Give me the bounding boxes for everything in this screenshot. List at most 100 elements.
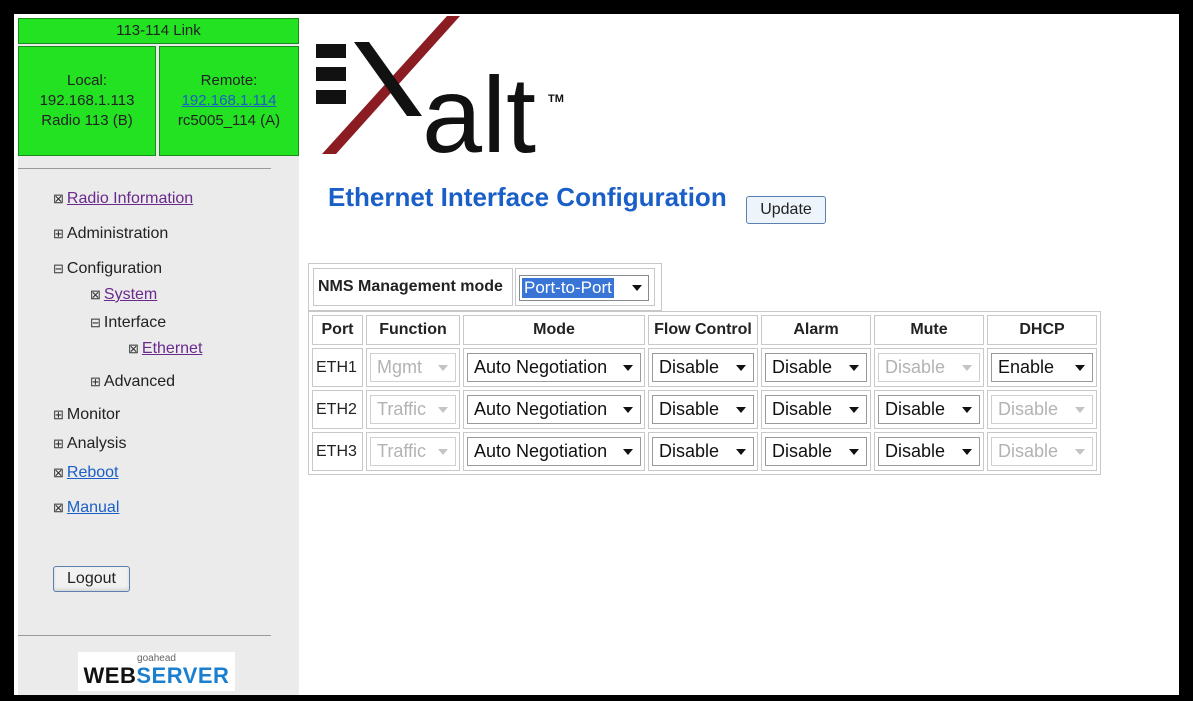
nav-link-radio-information[interactable]: Radio Information — [67, 190, 193, 207]
nav-link-ethernet[interactable]: Ethernet — [142, 340, 202, 357]
logo-bar — [316, 67, 346, 81]
mode-value: Auto Negotiation — [474, 441, 608, 461]
col-header-function: Function — [366, 315, 460, 345]
nav-item-ethernet[interactable]: ⊠ Ethernet — [128, 340, 202, 358]
collapse-icon[interactable]: ⊟ — [53, 261, 64, 277]
col-header-mute: Mute — [874, 315, 984, 345]
dropdown-arrow-icon — [438, 449, 448, 455]
alarm-select[interactable]: Disable — [765, 395, 867, 424]
local-radio-name: Radio 113 (B) — [41, 112, 133, 129]
sidebar-divider — [18, 168, 271, 169]
expand-icon[interactable]: ⊞ — [90, 374, 101, 390]
table-row: ETH1 Mgmt Auto Negotiation Disable Disab… — [312, 348, 1097, 387]
local-radio-panel: Local: 192.168.1.113 Radio 113 (B) — [18, 46, 156, 156]
page-title: Ethernet Interface Configuration — [328, 182, 727, 212]
mode-select[interactable]: Auto Negotiation — [467, 437, 641, 466]
flow-control-value: Disable — [659, 441, 720, 461]
table-cell: Disable — [874, 432, 984, 471]
nav-item-analysis[interactable]: ⊞ Analysis — [53, 435, 126, 453]
mode-select[interactable]: Auto Negotiation — [467, 353, 641, 382]
nav-link-system[interactable]: System — [104, 286, 157, 303]
dropdown-arrow-icon — [623, 449, 633, 455]
dropdown-arrow-icon — [736, 449, 746, 455]
table-cell: Disable — [761, 390, 871, 429]
dropdown-arrow-icon — [849, 365, 859, 371]
dhcp-select[interactable]: Enable — [991, 353, 1093, 382]
nms-mode-cell: Port-to-Port — [515, 268, 655, 306]
ethernet-config-table: Port Function Mode Flow Control Alarm Mu… — [308, 311, 1101, 475]
nav-item-configuration[interactable]: ⊟ Configuration — [53, 260, 162, 278]
expand-icon[interactable]: ⊞ — [53, 436, 64, 452]
nav-link-reboot[interactable]: Reboot — [67, 464, 119, 481]
remote-label: Remote: — [200, 72, 258, 89]
function-value: Mgmt — [377, 357, 422, 377]
nms-mode-label: NMS Management mode — [313, 268, 513, 306]
leaf-icon: ⊠ — [128, 341, 139, 356]
alarm-value: Disable — [772, 399, 833, 419]
col-header-mode: Mode — [463, 315, 645, 345]
nav-item-manual[interactable]: ⊠ Manual — [53, 499, 119, 517]
alarm-select[interactable]: Disable — [765, 437, 867, 466]
nav-label-monitor: Monitor — [66, 406, 121, 423]
table-row: ETH2 Traffic Auto Negotiation Disable Di… — [312, 390, 1097, 429]
dropdown-arrow-icon — [736, 365, 746, 371]
leaf-icon: ⊠ — [53, 191, 64, 206]
update-button[interactable]: Update — [746, 196, 826, 224]
remote-ip-link[interactable]: 192.168.1.114 — [182, 92, 277, 109]
mute-value: Disable — [885, 399, 946, 419]
mute-select[interactable]: Disable — [878, 437, 980, 466]
nav-item-monitor[interactable]: ⊞ Monitor — [53, 406, 120, 424]
nav-item-reboot[interactable]: ⊠ Reboot — [53, 464, 119, 482]
table-cell: Auto Negotiation — [463, 390, 645, 429]
alarm-select[interactable]: Disable — [765, 353, 867, 382]
collapse-icon[interactable]: ⊟ — [90, 315, 101, 331]
nav-link-manual[interactable]: Manual — [67, 499, 119, 516]
function-select: Traffic — [370, 395, 456, 424]
flow-control-value: Disable — [659, 357, 720, 377]
nav-item-system[interactable]: ⊠ System — [90, 286, 157, 304]
link-title: 113-114 Link — [18, 18, 299, 44]
nav-item-administration[interactable]: ⊞ Administration — [53, 225, 168, 243]
dropdown-arrow-icon — [1075, 449, 1085, 455]
remote-radio-panel: Remote: 192.168.1.114 rc5005_114 (A) — [159, 46, 299, 156]
dropdown-arrow-icon — [438, 407, 448, 413]
remote-radio-name: rc5005_114 (A) — [177, 112, 281, 129]
nav-item-advanced[interactable]: ⊞ Advanced — [90, 373, 175, 391]
webserver-logo-web: WEB — [83, 663, 137, 688]
dropdown-arrow-icon — [1075, 365, 1085, 371]
flow-control-select[interactable]: Disable — [652, 353, 754, 382]
sidebar: 113-114 Link Local: 192.168.1.113 Radio … — [18, 18, 299, 695]
mute-select[interactable]: Disable — [878, 395, 980, 424]
flow-control-select[interactable]: Disable — [652, 437, 754, 466]
dropdown-arrow-icon — [632, 285, 642, 291]
table-cell: Disable — [987, 390, 1097, 429]
dhcp-value: Disable — [998, 441, 1059, 461]
flow-control-select[interactable]: Disable — [652, 395, 754, 424]
table-cell: Traffic — [366, 432, 460, 471]
nav-label-administration: Administration — [66, 225, 169, 242]
nms-mode-row: NMS Management mode Port-to-Port — [308, 263, 662, 311]
expand-icon[interactable]: ⊞ — [53, 407, 64, 423]
col-header-port: Port — [312, 315, 363, 345]
dropdown-arrow-icon — [623, 407, 633, 413]
function-value: Traffic — [377, 441, 427, 461]
nav-item-interface[interactable]: ⊟ Interface — [90, 314, 166, 332]
table-cell: Disable — [761, 348, 871, 387]
logout-button[interactable]: Logout — [53, 566, 130, 592]
mode-value: Auto Negotiation — [474, 399, 608, 419]
function-value: Traffic — [377, 399, 427, 419]
browser-viewport: 113-114 Link Local: 192.168.1.113 Radio … — [14, 14, 1179, 695]
expand-icon[interactable]: ⊞ — [53, 226, 64, 242]
dhcp-value: Enable — [998, 357, 1055, 377]
table-cell: Disable — [761, 432, 871, 471]
nav-label-interface: Interface — [103, 314, 167, 331]
sidebar-divider — [18, 635, 271, 636]
nms-mode-select[interactable]: Port-to-Port — [519, 275, 649, 301]
webserver-logo: goahead WEBSERVER — [78, 652, 235, 691]
col-header-flow-control: Flow Control — [648, 315, 758, 345]
mode-select[interactable]: Auto Negotiation — [467, 395, 641, 424]
table-cell: Auto Negotiation — [463, 348, 645, 387]
nav-item-radio-information[interactable]: ⊠ Radio Information — [53, 190, 193, 208]
col-header-dhcp: DHCP — [987, 315, 1097, 345]
flow-control-value: Disable — [659, 399, 720, 419]
